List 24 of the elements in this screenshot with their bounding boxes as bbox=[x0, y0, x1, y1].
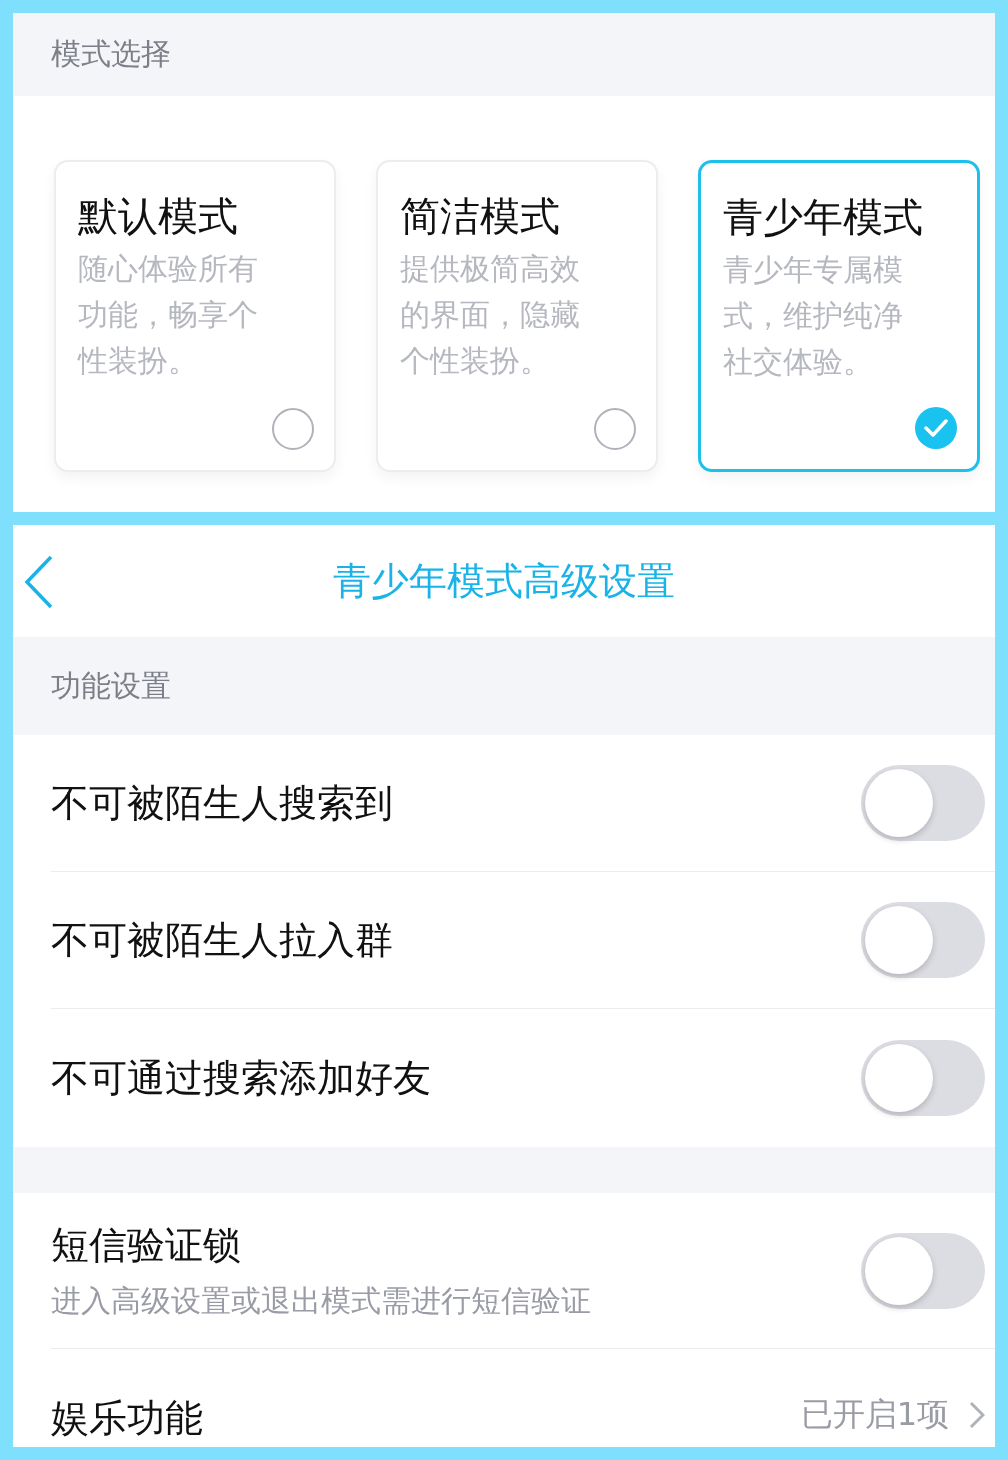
radio-icon[interactable] bbox=[594, 408, 636, 450]
page-title: 青少年模式高级设置 bbox=[333, 557, 675, 605]
setting-label: 不可被陌生人拉入群 bbox=[51, 916, 393, 964]
mode-card[interactable]: 青少年模式 青少年专属模式，维护纯净社交体验。 bbox=[698, 160, 980, 472]
mode-title: 青少年模式 bbox=[723, 193, 924, 242]
section-title: 功能设置 bbox=[13, 637, 995, 735]
setting-label: 不可被陌生人搜索到 bbox=[51, 779, 393, 827]
mode-title: 默认模式 bbox=[78, 192, 239, 241]
mode-description: 随心体验所有功能，畅享个性装扮。 bbox=[78, 250, 259, 380]
section-title: 模式选择 bbox=[13, 13, 995, 96]
mode-card[interactable]: 默认模式 随心体验所有功能，畅享个性装扮。 bbox=[54, 160, 336, 472]
check-icon[interactable] bbox=[915, 407, 957, 449]
setting-label: 短信验证锁 bbox=[51, 1221, 242, 1269]
back-icon[interactable] bbox=[23, 555, 55, 609]
setting-label: 不可通过搜索添加好友 bbox=[51, 1054, 431, 1102]
setting-description: 进入高级设置或退出模式需进行短信验证 bbox=[51, 1281, 591, 1320]
mode-card[interactable]: 简洁模式 提供极简高效的界面，隐藏个性装扮。 bbox=[376, 160, 658, 472]
setting-value: 已开启1项 bbox=[800, 1394, 949, 1435]
setting-label[interactable]: 娱乐功能 bbox=[51, 1393, 203, 1444]
mode-description: 青少年专属模式，维护纯净社交体验。 bbox=[723, 251, 904, 381]
chevron-right-icon[interactable] bbox=[969, 1401, 985, 1429]
radio-icon[interactable] bbox=[272, 408, 314, 450]
mode-description: 提供极简高效的界面，隐藏个性装扮。 bbox=[400, 250, 581, 380]
mode-title: 简洁模式 bbox=[400, 192, 561, 241]
